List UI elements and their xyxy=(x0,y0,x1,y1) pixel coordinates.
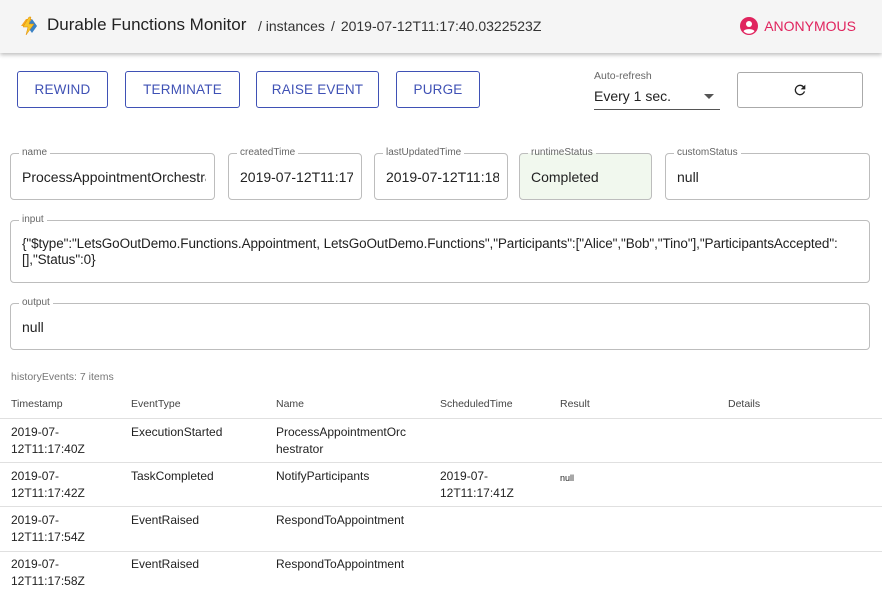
column-header-result[interactable]: Result xyxy=(560,398,590,410)
user-menu[interactable]: ANONYMOUS xyxy=(740,17,856,35)
refresh-button[interactable] xyxy=(737,72,863,108)
input-field-value: {"$type":"LetsGoOutDemo.Functions.Appoin… xyxy=(22,236,838,267)
name-field-label: name xyxy=(19,147,51,159)
auto-refresh-value: Every 1 sec. xyxy=(594,88,672,104)
created-time-label: createdTime xyxy=(237,147,299,159)
row-2-timestamp: 2019-07- 12T11:17:42Z xyxy=(11,469,85,500)
last-updated-time-label: lastUpdatedTime xyxy=(383,147,465,159)
column-header-timestamp[interactable]: Timestamp xyxy=(11,398,63,410)
created-time-field[interactable]: createdTime 2019-07-12T11:17:40.0322523Z xyxy=(228,147,362,200)
column-header-name[interactable]: Name xyxy=(276,398,304,410)
last-updated-time-value: 2019-07-12T11:18:00.1234567Z xyxy=(386,169,499,185)
auto-refresh-label: Auto-refresh xyxy=(594,70,652,82)
column-header-event-type[interactable]: EventType xyxy=(131,398,181,410)
row-1-event-type: ExecutionStarted xyxy=(131,425,223,439)
row-3-event-type: EventRaised xyxy=(131,513,200,527)
breadcrumb-instances-link[interactable]: / instances xyxy=(258,18,325,34)
breadcrumb-separator: / xyxy=(330,18,335,34)
lightning-logo-icon xyxy=(21,16,37,36)
auto-refresh-select[interactable]: Every 1 sec. xyxy=(594,85,720,110)
account-circle-icon xyxy=(740,17,759,35)
row-4-name: RespondToAppointment xyxy=(276,557,405,571)
last-updated-time-field[interactable]: lastUpdatedTime 2019-07-12T11:18:00.1234… xyxy=(374,147,508,200)
row-2-scheduled-time: 2019-07- 12T11:17:41Z xyxy=(440,469,514,500)
input-field-label: input xyxy=(19,214,47,226)
name-field-value: ProcessAppointmentOrchestrator xyxy=(22,169,206,185)
output-field[interactable]: output null xyxy=(10,297,870,350)
app-bar: Durable Functions Monitor / instances / 20… xyxy=(0,0,882,53)
custom-status-value: null xyxy=(677,169,699,185)
row-2-result: null xyxy=(560,473,575,483)
user-label: ANONYMOUS xyxy=(764,18,856,34)
terminate-button[interactable]: TERMINATE xyxy=(125,71,240,108)
custom-status-field[interactable]: customStatus null xyxy=(665,147,870,200)
purge-button[interactable]: PURGE xyxy=(396,71,480,108)
table-divider xyxy=(0,418,882,419)
row-3-timestamp: 2019-07- 12T11:17:54Z xyxy=(11,513,85,544)
input-field[interactable]: input {"$type":"LetsGoOutDemo.Functions.… xyxy=(10,214,870,283)
output-field-value: null xyxy=(22,319,44,335)
breadcrumb-current: 2019-07-12T11:17:40.0322523Z xyxy=(340,18,542,34)
app-title: Durable Functions Monitor xyxy=(47,15,247,34)
custom-status-label: customStatus xyxy=(674,147,741,159)
runtime-status-label: runtimeStatus xyxy=(528,147,596,159)
name-field[interactable]: name ProcessAppointmentOrchestrator xyxy=(10,147,215,200)
output-field-label: output xyxy=(19,297,53,309)
row-2-name: NotifyParticipants xyxy=(276,469,370,483)
column-header-details[interactable]: Details xyxy=(728,398,760,410)
row-4-timestamp: 2019-07- 12T11:17:58Z xyxy=(11,557,85,588)
table-row-divider xyxy=(0,462,882,463)
breadcrumb: / instances / 2019-07-12T11:17:40.0322523Z xyxy=(258,18,541,34)
table-row-divider xyxy=(0,551,882,552)
row-3-name: RespondToAppointment xyxy=(276,513,405,527)
runtime-status-field[interactable]: runtimeStatus Completed xyxy=(519,147,652,200)
created-time-value: 2019-07-12T11:17:40.0322523Z xyxy=(240,169,353,185)
row-2-event-type: TaskCompleted xyxy=(131,469,214,483)
rewind-button[interactable]: REWIND xyxy=(17,71,108,108)
table-row-divider xyxy=(0,506,882,507)
refresh-icon xyxy=(794,84,806,96)
row-4-event-type: EventRaised xyxy=(131,557,200,571)
raise-event-button[interactable]: RAISE EVENT xyxy=(256,71,379,108)
row-1-timestamp: 2019-07- 12T11:17:40Z xyxy=(11,425,85,456)
runtime-status-value: Completed xyxy=(531,169,599,185)
history-caption: historyEvents: 7 items xyxy=(11,371,114,383)
dropdown-arrow-icon xyxy=(704,94,714,99)
column-header-scheduled-time[interactable]: ScheduledTime xyxy=(440,398,513,410)
row-1-name: ProcessAppointmentOrc hestrator xyxy=(276,425,407,456)
